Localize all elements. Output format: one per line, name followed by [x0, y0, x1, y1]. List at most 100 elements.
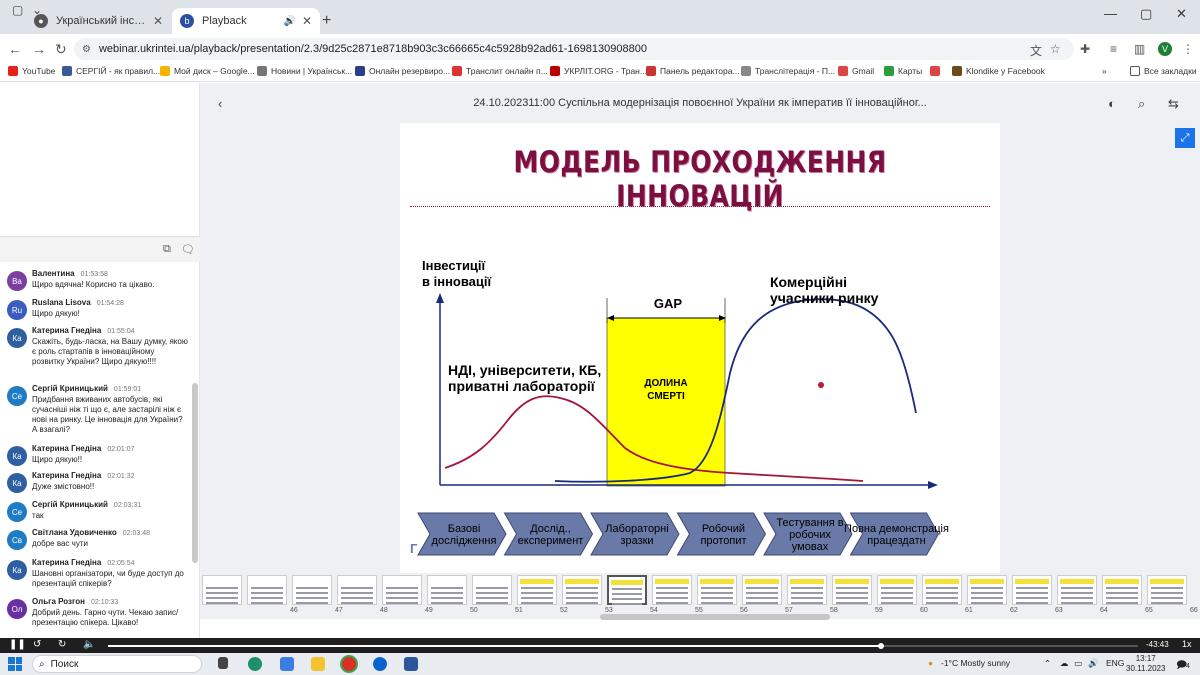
minimize-icon[interactable]: —	[1104, 6, 1117, 21]
slide-thumbnail[interactable]	[877, 575, 917, 605]
bookmark-item[interactable]: УКРЛІТ.ORG - Тран...	[550, 66, 647, 76]
bookmark-item[interactable]	[930, 66, 944, 76]
tab-institute[interactable]: ● Український інститут науково ✕	[26, 8, 171, 34]
thumbnail-number: 46	[290, 607, 298, 614]
menu-icon[interactable]: ⋮	[1182, 42, 1194, 56]
playback-progress[interactable]	[108, 643, 1138, 649]
sound-icon[interactable]: 🔊	[1088, 658, 1099, 669]
slide-thumbnail[interactable]	[427, 575, 467, 605]
bookmark-item[interactable]: СЕРГІЙ - як правил...	[62, 66, 160, 76]
edge-icon[interactable]	[248, 657, 262, 671]
close-window-icon[interactable]: ✕	[1176, 6, 1187, 22]
extensions-icon[interactable]: ✚	[1080, 42, 1090, 56]
chrome-icon[interactable]	[342, 657, 356, 671]
address-bar[interactable]: ⚙ webinar.ukrintei.ua/playback/presentat…	[74, 38, 1074, 60]
pause-icon[interactable]: ❚❚	[9, 639, 26, 650]
bookmark-item[interactable]: Карты	[884, 66, 922, 76]
bookmark-item[interactable]: Klondike у Facebook	[952, 66, 1045, 76]
forward-icon[interactable]: →	[32, 41, 46, 57]
slide-thumbnail[interactable]	[1057, 575, 1097, 605]
y-axis-arrow	[436, 293, 444, 303]
cloud-icon[interactable]: ☁	[1060, 658, 1069, 669]
new-tab-icon[interactable]: +	[322, 12, 331, 30]
window-menu-icon[interactable]: ▢	[12, 3, 26, 17]
slide-thumbnail[interactable]	[742, 575, 782, 605]
weather-text[interactable]: -1°C Mostly sunny	[941, 658, 1010, 668]
bookmark-item[interactable]: Новини | Українськ...	[257, 66, 352, 76]
maximize-icon[interactable]: ▢	[1140, 6, 1152, 22]
all-bookmarks[interactable]: Все закладки	[1130, 66, 1197, 76]
slide-thumbnail[interactable]	[247, 575, 287, 605]
site-info-icon[interactable]: ⚙	[82, 44, 91, 55]
app-icon[interactable]	[373, 657, 387, 671]
bookmark-icon	[646, 66, 656, 76]
slide-thumbnail[interactable]	[1102, 575, 1142, 605]
clock[interactable]: 13:17 30.11.2023	[1126, 654, 1165, 674]
copy-icon[interactable]: ⧉	[163, 243, 171, 256]
search-icon[interactable]: ⌕	[1138, 96, 1145, 112]
close-tab-icon[interactable]: ✕	[302, 14, 312, 28]
file-explorer-icon[interactable]	[311, 657, 325, 671]
reload-icon[interactable]: ↻	[55, 41, 67, 58]
slide-thumbnail[interactable]	[1012, 575, 1052, 605]
chat-scrollbar[interactable]	[192, 383, 198, 563]
message-time: 02:05:54	[107, 560, 135, 567]
bookmark-item[interactable]: Транслит онлайн п...	[452, 66, 548, 76]
tray-chevron-icon[interactable]: ⌃	[1044, 658, 1051, 669]
thumbnail-number: 60	[920, 607, 928, 614]
store-icon[interactable]	[280, 657, 294, 671]
slide-thumbnail[interactable]	[652, 575, 692, 605]
slide-thumbnail[interactable]	[922, 575, 962, 605]
slide-thumbnail[interactable]	[967, 575, 1007, 605]
bookmark-item[interactable]: Панель редактора...	[646, 66, 740, 76]
profile-avatar[interactable]: V	[1158, 42, 1172, 56]
slide-thumbnail[interactable]	[562, 575, 602, 605]
chat-icon[interactable]: 🗨	[181, 243, 195, 256]
taskbar-search[interactable]: ⌕ Поиск	[32, 655, 202, 673]
slide-thumbnail[interactable]	[697, 575, 737, 605]
reading-list-icon[interactable]: ≡	[1110, 42, 1117, 56]
slide-thumbnail[interactable]	[1147, 575, 1187, 605]
message-text: Дуже змістовно!!	[32, 482, 95, 491]
forward-icon[interactable]: ↻	[58, 639, 66, 650]
back-icon[interactable]: ←	[8, 41, 22, 57]
slide-thumbnail[interactable]	[787, 575, 827, 605]
translate-icon[interactable]: 文	[1030, 42, 1042, 59]
swap-layout-icon[interactable]: ⇆	[1168, 96, 1179, 112]
bookmark-item[interactable]: Онлайн резервиро...	[355, 66, 450, 76]
rewind-icon[interactable]: ↺	[33, 639, 41, 650]
theme-toggle-icon[interactable]: ◐	[1108, 96, 1116, 111]
more-bookmarks[interactable]: »	[1102, 66, 1107, 76]
bookmark-item[interactable]: YouTube	[8, 66, 55, 76]
bookmark-item[interactable]: Мой диск – Google...	[160, 66, 255, 76]
slide-thumbnail[interactable]	[517, 575, 557, 605]
slide-thumbnail[interactable]	[292, 575, 332, 605]
network-icon[interactable]: ▭	[1074, 658, 1082, 669]
language-indicator[interactable]: ENG	[1106, 658, 1124, 668]
y-axis-label-line2: в інновації	[422, 274, 492, 289]
fullscreen-button[interactable]: ⤢	[1175, 128, 1195, 148]
slide-thumbnail[interactable]	[472, 575, 512, 605]
bookmark-item[interactable]: Транслітерація - П...	[741, 66, 835, 76]
task-view-icon[interactable]	[218, 657, 228, 669]
start-button[interactable]	[8, 657, 22, 671]
thumbnails-scrollbar[interactable]	[600, 614, 830, 620]
bookmark-item[interactable]: Gmail	[838, 66, 874, 76]
slide-thumbnail[interactable]	[832, 575, 872, 605]
speaker-icon[interactable]: 🔊	[283, 16, 295, 27]
slide-thumbnail[interactable]	[607, 575, 647, 605]
close-tab-icon[interactable]: ✕	[153, 14, 163, 28]
slide-thumbnail[interactable]	[382, 575, 422, 605]
tab-playback[interactable]: b Playback 🔊 ✕	[172, 8, 320, 34]
word-icon[interactable]	[404, 657, 418, 671]
bookmark-star-icon[interactable]: ☆	[1050, 42, 1061, 56]
volume-icon[interactable]: 🔈	[83, 639, 95, 650]
user-avatar: Ка	[7, 560, 27, 580]
slide-thumbnail[interactable]	[337, 575, 377, 605]
progress-knob[interactable]	[877, 643, 884, 649]
presentation-area: ‹ 24.10.202311:00 Суспільна модернізація…	[200, 83, 1200, 573]
slide-thumbnail[interactable]	[202, 575, 242, 605]
speed-button[interactable]: 1x	[1182, 639, 1192, 649]
user-avatar: Ru	[7, 300, 27, 320]
side-panel-icon[interactable]: ▥	[1134, 42, 1145, 56]
